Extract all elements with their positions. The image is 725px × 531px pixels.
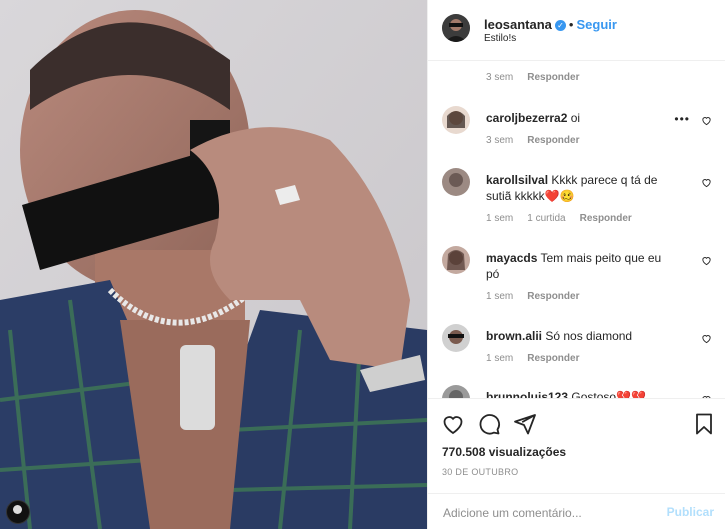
more-options-icon[interactable]: ••• [674,112,690,126]
comment-item: brown.alii Só nos diamond 1 sem Responder [442,324,712,374]
share-icon[interactable] [513,412,537,436]
comment-time: 1 sem [486,353,514,364]
add-comment-bar: Publicar [428,493,725,531]
post-side-panel: leosantana ✓ • Seguir Estilo!s 3 sem Respond… [427,0,725,529]
comment-item: karollsilval Kkkk parece q tá de sutiã k… [442,168,712,234]
comment-avatar[interactable] [442,106,470,134]
comment-meta: 3 sem Responder [486,135,593,146]
post-actions: 770.508 visualizações 30 DE OUTUBRO Publ… [428,398,725,530]
comment-time: 3 sem [486,135,514,146]
comments-list[interactable]: 3 sem Responder caroljbezerra2 oi 3 sem Re… [428,60,725,398]
post-media[interactable] [0,0,427,529]
comment-item: mayacds Tem mais peito que eu pó 1 sem Re… [442,246,712,312]
comment-time: 1 sem [486,291,514,302]
heart-icon[interactable] [441,412,465,436]
post-image [0,0,427,529]
comment-username[interactable]: brunnoluis123 [486,390,568,398]
comment-reply-button[interactable]: Responder [527,135,579,146]
post-header: leosantana ✓ • Seguir Estilo!s [428,0,725,61]
comment-meta: 1 sem Responder [486,353,593,364]
post-location[interactable]: Estilo!s [484,33,516,44]
heart-icon[interactable] [701,177,712,188]
comment-username[interactable]: karollsilval [486,173,548,187]
comment-body: Gostoso💔💔 [571,390,646,398]
comment-icon[interactable] [477,412,501,436]
caption-time: 3 sem [486,72,514,83]
heart-icon[interactable] [701,333,712,344]
comment-username[interactable]: caroljbezerra2 [486,111,567,125]
comment-text: brunnoluis123 Gostoso💔💔 [486,389,676,398]
comment-likes[interactable]: 1 curtida [527,213,565,224]
author-line: leosantana ✓ • Seguir [484,16,617,34]
comment-text: mayacds Tem mais peito que eu pó [486,250,676,282]
comment-text: karollsilval Kkkk parece q tá de sutiã k… [486,172,676,204]
comment-meta: 1 sem Responder [486,291,593,302]
caption-meta: 3 sem Responder [486,72,593,83]
comment-item: brunnoluis123 Gostoso💔💔 [442,385,712,398]
comment-body: oi [570,111,581,125]
verified-icon: ✓ [554,20,566,31]
comment-text: caroljbezerra2 oi [486,110,676,126]
author-username[interactable]: leosantana [484,17,552,32]
separator-dot: • [568,17,574,32]
comment-username[interactable]: mayacds [486,251,537,265]
comment-reply-button[interactable]: Responder [527,353,579,364]
comment-avatar[interactable] [442,324,470,352]
post-date: 30 DE OUTUBRO [442,467,519,477]
comment-text: brown.alii Só nos diamond [486,328,676,344]
comment-username[interactable]: brown.alii [486,329,542,343]
comment-meta: 1 sem 1 curtida Responder [486,213,646,224]
publish-button[interactable]: Publicar [667,505,714,519]
bookmark-icon[interactable] [692,412,716,436]
caption-reply-button[interactable]: Responder [527,72,579,83]
heart-icon[interactable] [701,255,712,266]
profile-badge-icon[interactable] [6,500,30,524]
comment-reply-button[interactable]: Responder [527,291,579,302]
comment-reply-button[interactable]: Responder [580,213,632,224]
comment-time: 1 sem [486,213,514,224]
follow-button[interactable]: Seguir [576,17,616,32]
comment-avatar[interactable] [442,246,470,274]
comment-body: Só nos diamond [545,329,633,343]
comment-avatar[interactable] [442,168,470,196]
author-avatar[interactable] [442,14,470,42]
comment-input[interactable] [441,503,645,523]
views-count[interactable]: 770.508 visualizações [442,445,566,459]
comment-item: caroljbezerra2 oi 3 sem Responder ••• [442,106,712,156]
heart-icon[interactable] [701,115,712,126]
comment-avatar[interactable] [442,385,470,398]
